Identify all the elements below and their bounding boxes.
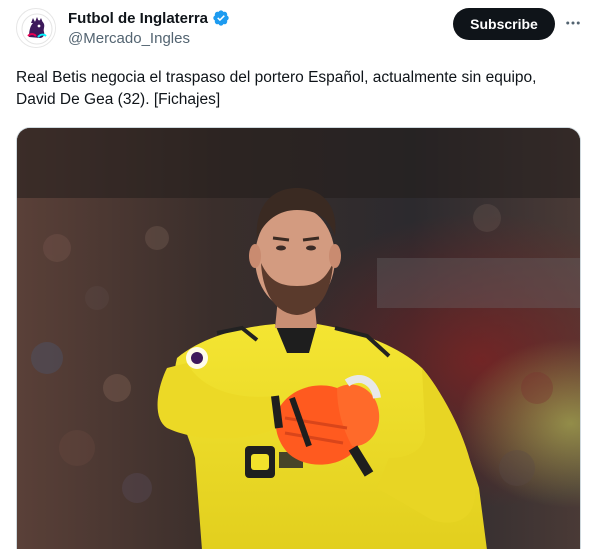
top-edge (0, 0, 601, 4)
tweet-photo[interactable] (16, 127, 581, 549)
handle[interactable]: @Mercado_Ingles (68, 30, 230, 47)
goalkeeper-photo (17, 128, 580, 549)
author-names: Futbol de Inglaterra @Mercado_Ingles (68, 8, 230, 47)
more-options-button[interactable] (562, 12, 584, 34)
avatar[interactable] (16, 8, 56, 48)
display-name[interactable]: Futbol de Inglaterra (68, 10, 208, 27)
subscribe-button[interactable]: Subscribe (453, 8, 555, 40)
tweet-text: Real Betis negocia el traspaso del porte… (16, 69, 537, 108)
premier-league-lion-icon (17, 9, 55, 47)
verified-badge-icon (212, 9, 230, 27)
more-dots-icon (564, 14, 582, 32)
